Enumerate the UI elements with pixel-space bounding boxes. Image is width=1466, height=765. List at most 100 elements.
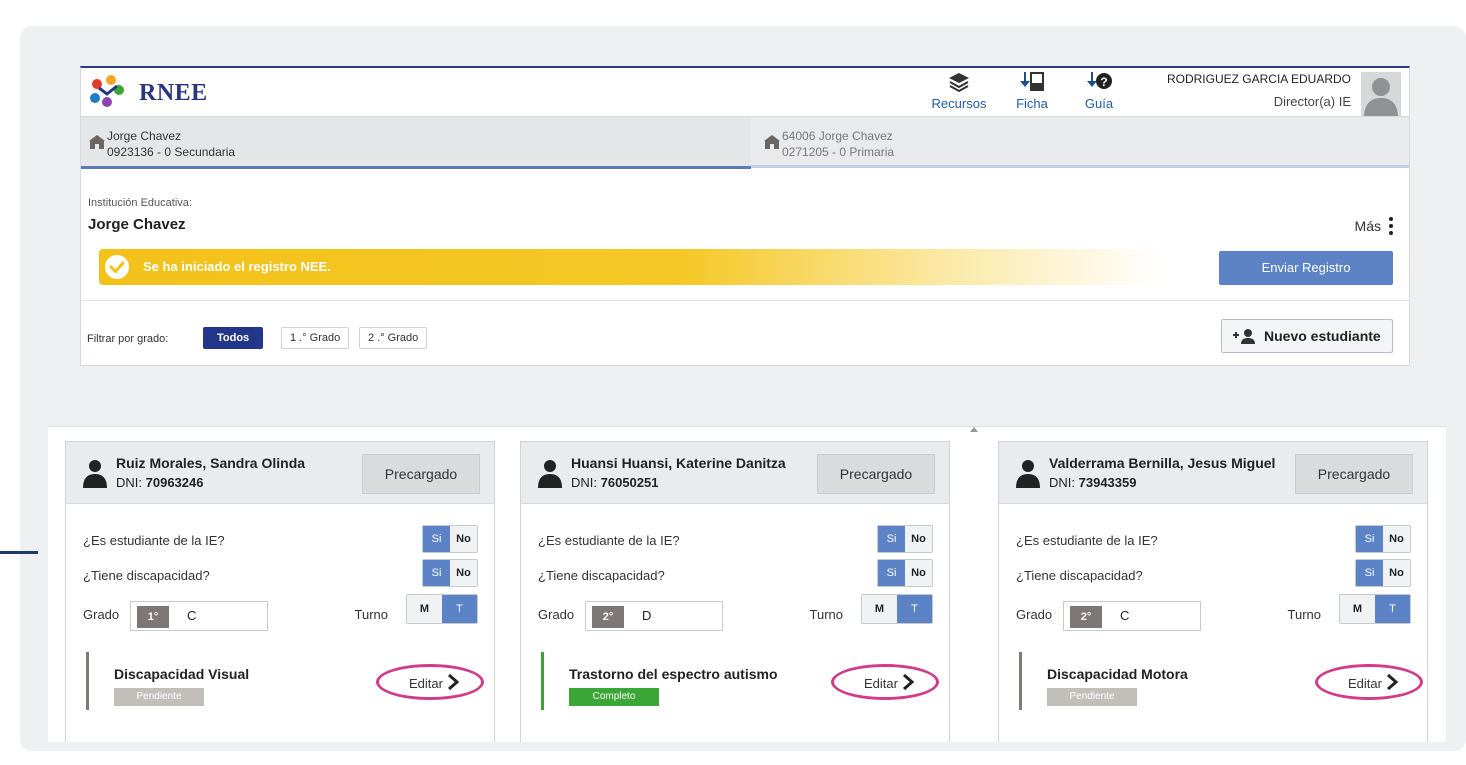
grade-field[interactable]: 2° C xyxy=(1063,601,1201,631)
pdf-download-icon xyxy=(1020,72,1044,91)
has-disability-toggle[interactable]: Si No xyxy=(1355,559,1411,587)
chevron-right-icon xyxy=(448,674,459,690)
dni-prefix: DNI: xyxy=(571,475,597,490)
edit-label: Editar xyxy=(1348,676,1382,691)
student-name: Valderrama Bernilla, Jesus Miguel xyxy=(1049,455,1276,471)
person-icon xyxy=(538,460,562,488)
shift-m-option[interactable]: M xyxy=(407,595,442,623)
has-disability-question: ¿Tiene discapacidad? xyxy=(538,568,665,583)
precargado-button[interactable]: Precargado xyxy=(1295,454,1413,494)
no-option[interactable]: No xyxy=(905,526,932,552)
yes-option[interactable]: Si xyxy=(1356,526,1383,552)
resources-label: Recursos xyxy=(931,96,987,111)
section-value: D xyxy=(642,608,652,623)
ficha-button[interactable]: Ficha xyxy=(1009,72,1055,111)
shift-t-option[interactable]: T xyxy=(897,595,932,623)
divider xyxy=(81,300,1409,301)
shift-t-option[interactable]: T xyxy=(442,595,477,623)
status-badge: Pendiente xyxy=(1047,688,1137,706)
student-name: Huansi Huansi, Katerine Danitza xyxy=(571,455,786,471)
status-banner: Se ha iniciado el registro NEE. xyxy=(99,249,1159,285)
yes-option[interactable]: Si xyxy=(1356,560,1383,586)
dni-prefix: DNI: xyxy=(116,475,142,490)
more-menu-icon[interactable] xyxy=(1387,217,1395,237)
disability-name: Trastorno del espectro autismo xyxy=(569,666,778,682)
new-student-button[interactable]: Nuevo estudiante xyxy=(1221,319,1393,353)
section-value: C xyxy=(1120,608,1130,623)
resources-button[interactable]: Recursos xyxy=(927,72,991,111)
more-label[interactable]: Más xyxy=(1355,218,1381,234)
student-name: Ruiz Morales, Sandra Olinda xyxy=(116,455,306,471)
edit-button[interactable]: Editar xyxy=(831,664,939,700)
precargado-button[interactable]: Precargado xyxy=(362,454,480,494)
student-card-header: Valderrama Bernilla, Jesus Miguel DNI: 7… xyxy=(999,442,1427,504)
yes-option[interactable]: Si xyxy=(878,526,905,552)
school-tab-secundaria[interactable]: Jorge Chavez 0923136 - 0 Secundaria xyxy=(81,117,751,169)
filter-all-button[interactable]: Todos xyxy=(203,327,264,349)
grade-number: 2° xyxy=(592,606,624,628)
has-disability-toggle[interactable]: Si No xyxy=(422,559,478,587)
student-card: Valderrama Bernilla, Jesus Miguel DNI: 7… xyxy=(998,441,1428,742)
status-badge: Completo xyxy=(569,688,659,706)
status-badge: Pendiente xyxy=(114,688,204,706)
yes-option[interactable]: Si xyxy=(423,560,450,586)
no-option[interactable]: No xyxy=(1383,560,1410,586)
shift-m-option[interactable]: M xyxy=(862,595,897,623)
school-icon xyxy=(764,135,780,149)
add-user-icon xyxy=(1233,329,1255,344)
dni-value: 73943359 xyxy=(1078,475,1137,490)
school-name: Jorge Chavez xyxy=(107,129,182,143)
guide-button[interactable]: ? Guía xyxy=(1079,72,1119,111)
is-student-question: ¿Es estudiante de la IE? xyxy=(1016,533,1158,548)
yes-option[interactable]: Si xyxy=(423,526,450,552)
person-icon xyxy=(1016,460,1040,488)
shift-toggle[interactable]: M T xyxy=(1339,594,1411,624)
brand-title: RNEE xyxy=(139,80,208,106)
precargado-button[interactable]: Precargado xyxy=(817,454,935,494)
top-bar: RNEE Recursos Ficha ? Guía RODRIGUEZ GAR… xyxy=(81,68,1409,116)
grade-number: 1° xyxy=(137,606,169,628)
filter-label: Filtrar por grado: xyxy=(87,333,169,345)
filter-grade-1-button[interactable]: 1 .° Grado xyxy=(281,327,350,349)
dni-value: 76050251 xyxy=(600,475,659,490)
is-student-question: ¿Es estudiante de la IE? xyxy=(83,533,225,548)
disability-indicator xyxy=(86,652,89,710)
has-disability-question: ¿Tiene discapacidad? xyxy=(83,568,210,583)
disability-indicator xyxy=(541,652,544,710)
edit-button[interactable]: Editar xyxy=(376,664,484,700)
user-role: Director(a) IE xyxy=(1273,94,1351,109)
shift-toggle[interactable]: M T xyxy=(406,594,478,624)
app-window: RNEE Recursos Ficha ? Guía RODRIGUEZ GAR… xyxy=(80,66,1410,366)
no-option[interactable]: No xyxy=(905,560,932,586)
grade-label: Grado xyxy=(538,607,575,622)
filter-grade-2-button[interactable]: 2 .° Grado xyxy=(359,327,428,349)
send-registry-button[interactable]: Enviar Registro xyxy=(1219,251,1393,285)
cards-toolbar xyxy=(48,407,1446,427)
user-name: RODRIGUEZ GARCIA EDUARDO xyxy=(1166,72,1351,86)
has-disability-toggle[interactable]: Si No xyxy=(877,559,933,587)
institution-name: Jorge Chavez xyxy=(88,216,186,233)
grade-label: Grado xyxy=(83,607,120,622)
shift-t-option[interactable]: T xyxy=(1375,595,1410,623)
school-tabs: Jorge Chavez 0923136 - 0 Secundaria 6400… xyxy=(81,116,1411,169)
student-dni: DNI: 76050251 xyxy=(571,475,658,490)
shift-m-option[interactable]: M xyxy=(1340,595,1375,623)
student-card: Huansi Huansi, Katerine Danitza DNI: 760… xyxy=(520,441,950,742)
shift-toggle[interactable]: M T xyxy=(861,594,933,624)
no-option[interactable]: No xyxy=(450,560,477,586)
is-student-toggle[interactable]: Si No xyxy=(422,525,478,553)
is-student-toggle[interactable]: Si No xyxy=(877,525,933,553)
no-option[interactable]: No xyxy=(450,526,477,552)
school-tab-primaria[interactable]: 64006 Jorge Chavez 0271205 - 0 Primaria xyxy=(756,117,1411,166)
chevron-right-icon xyxy=(903,674,914,690)
is-student-toggle[interactable]: Si No xyxy=(1355,525,1411,553)
grade-field[interactable]: 2° D xyxy=(585,601,723,631)
user-avatar-icon xyxy=(1364,78,1398,116)
grade-field[interactable]: 1° C xyxy=(130,601,268,631)
avatar[interactable] xyxy=(1361,72,1401,116)
student-card-header: Ruiz Morales, Sandra Olinda DNI: 7096324… xyxy=(66,442,494,504)
yes-option[interactable]: Si xyxy=(878,560,905,586)
no-option[interactable]: No xyxy=(1383,526,1410,552)
scroll-up-icon[interactable] xyxy=(970,427,978,432)
edit-button[interactable]: Editar xyxy=(1315,664,1423,700)
